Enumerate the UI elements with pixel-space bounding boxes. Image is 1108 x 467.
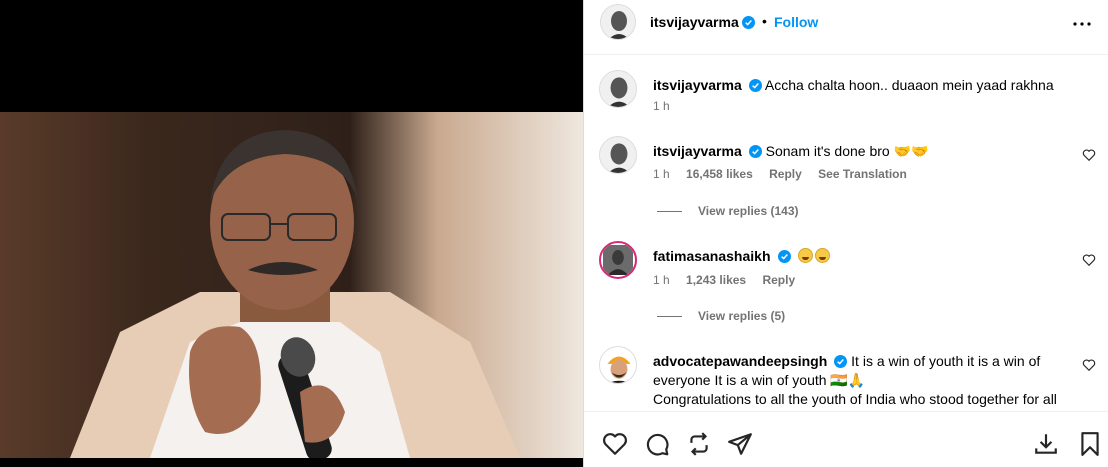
comments-list[interactable]: itsvijayvarma Accha chalta hoon.. duaaon… [584,56,1108,411]
comment-meta: 1 h 16,458 likes Reply See Translation [653,167,920,181]
post-header: itsvijayvarma • Follow [584,0,1108,55]
comment-body: Sonam it's done bro 🤝🤝 [765,143,929,159]
replies-line [657,316,682,318]
author-avatar[interactable] [600,4,636,40]
likes-count[interactable]: 1,243 likes [686,273,746,287]
verified-badge-icon [741,16,755,29]
comment-icon[interactable] [644,431,670,457]
comment-text: itsvijayvarma Sonam it's done bro 🤝🤝 [653,142,1073,161]
see-translation-button[interactable]: See Translation [818,167,907,181]
comment-meta: 1 h 1,243 likes Reply [653,273,808,287]
comment-username[interactable]: fatimasanashaikh [653,248,771,264]
comment-text: advocatepawandeepsingh It is a win of yo… [653,352,1073,411]
verified-badge-icon [748,79,762,92]
comment-time: 1 h [653,273,670,287]
replies-line [657,211,682,213]
post-side-panel: itsvijayvarma • Follow itsvijayvarma Acc… [583,0,1108,467]
comment-text: itsvijayvarma Accha chalta hoon.. duaaon… [653,76,1073,95]
post-photo[interactable] [0,112,583,458]
comment-username[interactable]: itsvijayvarma [653,143,742,159]
heart-icon[interactable] [602,431,628,457]
more-options-icon[interactable] [1070,12,1094,36]
avatar[interactable] [599,70,637,108]
view-replies-button[interactable]: View replies (143) [657,204,799,218]
post-action-bar [584,411,1108,467]
download-icon[interactable] [1033,431,1059,457]
bookmark-icon[interactable] [1077,431,1103,457]
comment-body-continued: Congratulations to all the youth of Indi… [653,391,1057,411]
joy-emoji [815,248,831,263]
avatar[interactable] [599,346,637,384]
heart-icon[interactable] [1082,253,1096,267]
share-icon[interactable] [727,431,753,457]
repost-icon[interactable] [686,431,712,457]
comment-username[interactable]: itsvijayvarma [653,77,742,93]
reply-button[interactable]: Reply [769,167,802,181]
avatar[interactable] [599,241,637,279]
verified-badge-icon [748,145,762,158]
view-replies-label: View replies (5) [698,309,786,323]
comment-meta: 1 h [653,99,683,113]
post-media [0,0,583,467]
joy-emoji [798,248,814,263]
author-username[interactable]: itsvijayvarma [650,14,755,30]
view-replies-label: View replies (143) [698,204,799,218]
comment-text: fatimasanashaikh [653,247,1073,266]
comment-username[interactable]: advocatepawandeepsingh [653,353,827,369]
comment-time: 1 h [653,99,670,113]
view-replies-button[interactable]: View replies (5) [657,309,785,323]
author-username-text[interactable]: itsvijayvarma [650,14,739,30]
avatar[interactable] [599,136,637,174]
likes-count[interactable]: 16,458 likes [686,167,753,181]
reply-button[interactable]: Reply [762,273,795,287]
heart-icon[interactable] [1082,148,1096,162]
verified-badge-icon [834,355,848,368]
verified-badge-icon [777,250,791,263]
separator-dot: • [762,13,767,29]
comment-body: Accha chalta hoon.. duaaon mein yaad rak… [764,77,1054,93]
heart-icon[interactable] [1082,358,1096,372]
comment-time: 1 h [653,167,670,181]
follow-button[interactable]: Follow [774,14,818,30]
